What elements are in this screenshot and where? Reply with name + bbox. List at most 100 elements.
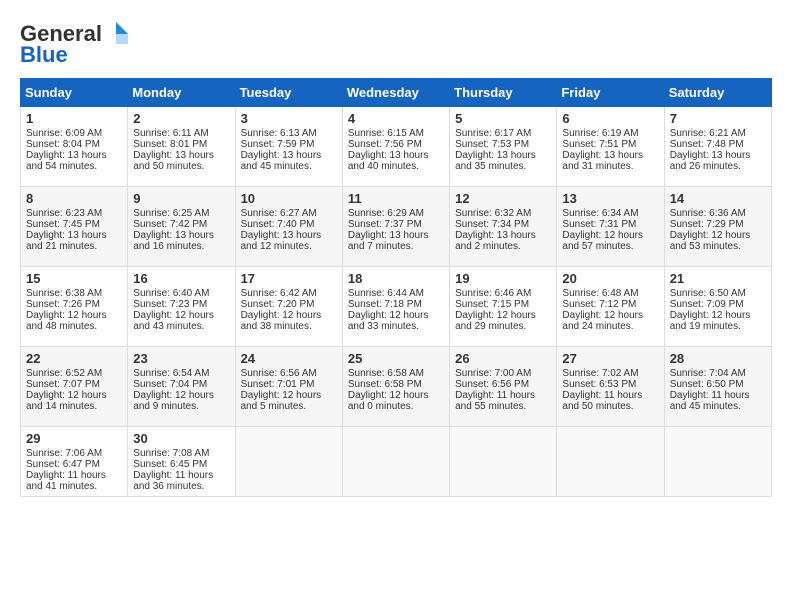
sunset-label: Sunset: 6:47 PM [26, 459, 100, 470]
day-header-friday: Friday [557, 79, 664, 107]
sunset-label: Sunset: 7:34 PM [455, 219, 529, 230]
sunrise-label: Sunrise: 6:44 AM [348, 288, 424, 299]
sunrise-label: Sunrise: 6:52 AM [26, 368, 102, 379]
day-number: 8 [26, 191, 122, 206]
day-header-saturday: Saturday [664, 79, 771, 107]
calendar-cell: 11 Sunrise: 6:29 AM Sunset: 7:37 PM Dayl… [342, 187, 449, 267]
calendar-cell: 27 Sunrise: 7:02 AM Sunset: 6:53 PM Dayl… [557, 347, 664, 427]
calendar-cell: 19 Sunrise: 6:46 AM Sunset: 7:15 PM Dayl… [450, 267, 557, 347]
sunrise-label: Sunrise: 6:19 AM [562, 128, 638, 139]
sunset-label: Sunset: 7:23 PM [133, 299, 207, 310]
day-number: 6 [562, 111, 658, 126]
day-number: 5 [455, 111, 551, 126]
sunset-label: Sunset: 7:42 PM [133, 219, 207, 230]
calendar-cell [450, 427, 557, 497]
daylight-label: Daylight: 13 hours and 26 minutes. [670, 150, 751, 172]
sunrise-label: Sunrise: 6:48 AM [562, 288, 638, 299]
calendar-cell: 3 Sunrise: 6:13 AM Sunset: 7:59 PM Dayli… [235, 107, 342, 187]
sunset-label: Sunset: 6:58 PM [348, 379, 422, 390]
sunset-label: Sunset: 7:37 PM [348, 219, 422, 230]
sunset-label: Sunset: 7:07 PM [26, 379, 100, 390]
day-number: 20 [562, 271, 658, 286]
day-number: 18 [348, 271, 444, 286]
calendar-cell: 14 Sunrise: 6:36 AM Sunset: 7:29 PM Dayl… [664, 187, 771, 267]
sunrise-label: Sunrise: 6:54 AM [133, 368, 209, 379]
day-number: 21 [670, 271, 766, 286]
day-header-thursday: Thursday [450, 79, 557, 107]
daylight-label: Daylight: 13 hours and 16 minutes. [133, 230, 214, 252]
sunset-label: Sunset: 7:15 PM [455, 299, 529, 310]
sunset-label: Sunset: 6:53 PM [562, 379, 636, 390]
daylight-label: Daylight: 12 hours and 38 minutes. [241, 310, 322, 332]
calendar-cell [664, 427, 771, 497]
calendar-cell: 23 Sunrise: 6:54 AM Sunset: 7:04 PM Dayl… [128, 347, 235, 427]
sunrise-label: Sunrise: 6:34 AM [562, 208, 638, 219]
calendar-cell: 1 Sunrise: 6:09 AM Sunset: 8:04 PM Dayli… [21, 107, 128, 187]
sunrise-label: Sunrise: 6:58 AM [348, 368, 424, 379]
sunset-label: Sunset: 6:45 PM [133, 459, 207, 470]
sunset-label: Sunset: 7:01 PM [241, 379, 315, 390]
day-header-wednesday: Wednesday [342, 79, 449, 107]
calendar-cell: 12 Sunrise: 6:32 AM Sunset: 7:34 PM Dayl… [450, 187, 557, 267]
calendar-cell: 4 Sunrise: 6:15 AM Sunset: 7:56 PM Dayli… [342, 107, 449, 187]
sunrise-label: Sunrise: 6:21 AM [670, 128, 746, 139]
day-number: 17 [241, 271, 337, 286]
day-number: 22 [26, 351, 122, 366]
sunset-label: Sunset: 7:26 PM [26, 299, 100, 310]
daylight-label: Daylight: 11 hours and 41 minutes. [26, 470, 106, 492]
day-number: 15 [26, 271, 122, 286]
sunset-label: Sunset: 7:59 PM [241, 139, 315, 150]
sunset-label: Sunset: 6:56 PM [455, 379, 529, 390]
sunset-label: Sunset: 8:01 PM [133, 139, 207, 150]
daylight-label: Daylight: 12 hours and 57 minutes. [562, 230, 643, 252]
calendar-cell: 2 Sunrise: 6:11 AM Sunset: 8:01 PM Dayli… [128, 107, 235, 187]
daylight-label: Daylight: 11 hours and 45 minutes. [670, 390, 750, 412]
daylight-label: Daylight: 12 hours and 19 minutes. [670, 310, 751, 332]
sunrise-label: Sunrise: 7:08 AM [133, 448, 209, 459]
day-number: 19 [455, 271, 551, 286]
calendar-cell: 5 Sunrise: 6:17 AM Sunset: 7:53 PM Dayli… [450, 107, 557, 187]
daylight-label: Daylight: 12 hours and 43 minutes. [133, 310, 214, 332]
sunset-label: Sunset: 7:20 PM [241, 299, 315, 310]
calendar-cell: 17 Sunrise: 6:42 AM Sunset: 7:20 PM Dayl… [235, 267, 342, 347]
daylight-label: Daylight: 12 hours and 29 minutes. [455, 310, 536, 332]
calendar-cell: 30 Sunrise: 7:08 AM Sunset: 6:45 PM Dayl… [128, 427, 235, 497]
day-number: 4 [348, 111, 444, 126]
sunrise-label: Sunrise: 6:13 AM [241, 128, 317, 139]
calendar-cell [235, 427, 342, 497]
calendar-cell: 18 Sunrise: 6:44 AM Sunset: 7:18 PM Dayl… [342, 267, 449, 347]
daylight-label: Daylight: 13 hours and 21 minutes. [26, 230, 107, 252]
daylight-label: Daylight: 12 hours and 33 minutes. [348, 310, 429, 332]
day-number: 12 [455, 191, 551, 206]
sunset-label: Sunset: 7:53 PM [455, 139, 529, 150]
page-header: General Blue [20, 20, 772, 68]
calendar-cell: 29 Sunrise: 7:06 AM Sunset: 6:47 PM Dayl… [21, 427, 128, 497]
daylight-label: Daylight: 13 hours and 40 minutes. [348, 150, 429, 172]
calendar-cell: 7 Sunrise: 6:21 AM Sunset: 7:48 PM Dayli… [664, 107, 771, 187]
day-number: 28 [670, 351, 766, 366]
day-number: 9 [133, 191, 229, 206]
sunrise-label: Sunrise: 6:29 AM [348, 208, 424, 219]
daylight-label: Daylight: 11 hours and 50 minutes. [562, 390, 642, 412]
daylight-label: Daylight: 11 hours and 55 minutes. [455, 390, 535, 412]
daylight-label: Daylight: 13 hours and 45 minutes. [241, 150, 322, 172]
sunrise-label: Sunrise: 7:06 AM [26, 448, 102, 459]
sunset-label: Sunset: 7:09 PM [670, 299, 744, 310]
sunset-label: Sunset: 7:29 PM [670, 219, 744, 230]
calendar-cell: 10 Sunrise: 6:27 AM Sunset: 7:40 PM Dayl… [235, 187, 342, 267]
calendar-cell: 9 Sunrise: 6:25 AM Sunset: 7:42 PM Dayli… [128, 187, 235, 267]
sunrise-label: Sunrise: 6:09 AM [26, 128, 102, 139]
day-header-sunday: Sunday [21, 79, 128, 107]
daylight-label: Daylight: 12 hours and 9 minutes. [133, 390, 214, 412]
sunrise-label: Sunrise: 6:17 AM [455, 128, 531, 139]
sunset-label: Sunset: 7:04 PM [133, 379, 207, 390]
day-number: 24 [241, 351, 337, 366]
daylight-label: Daylight: 12 hours and 5 minutes. [241, 390, 322, 412]
calendar-cell: 28 Sunrise: 7:04 AM Sunset: 6:50 PM Dayl… [664, 347, 771, 427]
sunrise-label: Sunrise: 6:50 AM [670, 288, 746, 299]
calendar-cell: 8 Sunrise: 6:23 AM Sunset: 7:45 PM Dayli… [21, 187, 128, 267]
sunrise-label: Sunrise: 6:11 AM [133, 128, 208, 139]
sunset-label: Sunset: 7:51 PM [562, 139, 636, 150]
day-number: 30 [133, 431, 229, 446]
sunset-label: Sunset: 7:45 PM [26, 219, 100, 230]
